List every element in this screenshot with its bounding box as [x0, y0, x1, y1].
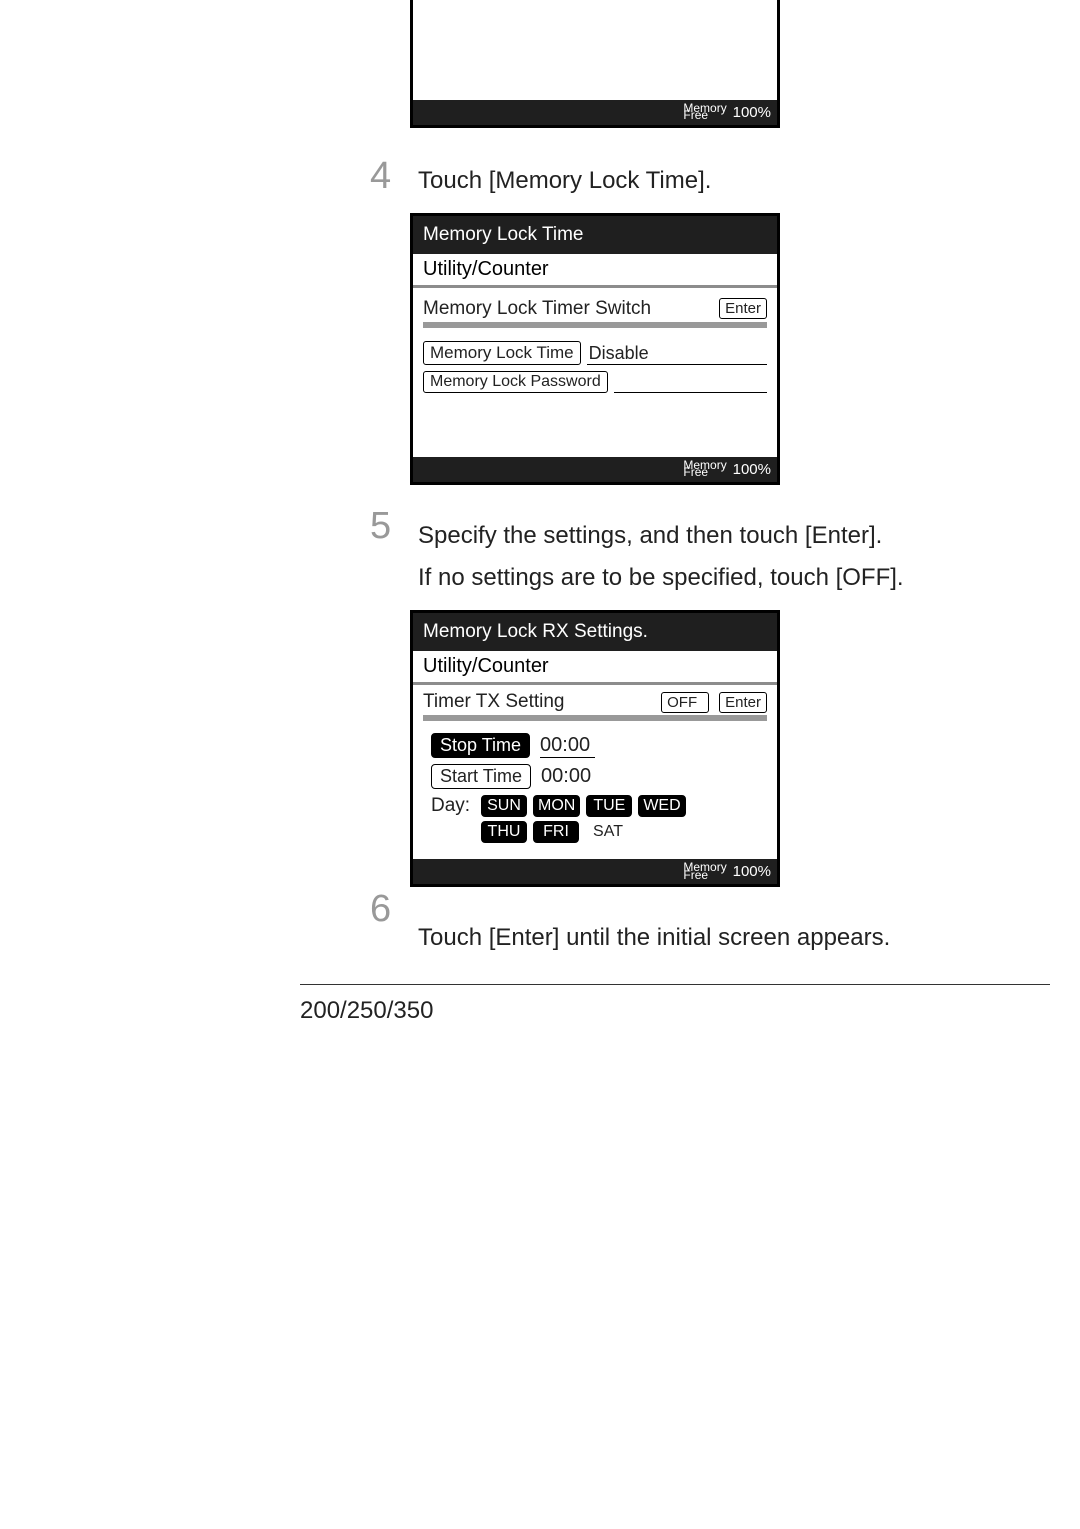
- step-6-number: 6: [370, 888, 391, 931]
- memory-lock-time-value: Disable: [587, 343, 767, 365]
- divider: [300, 984, 1050, 985]
- memory-lock-password-button[interactable]: Memory Lock Password: [423, 371, 608, 393]
- memory-status-bar: Memory Free 100%: [413, 100, 777, 125]
- memory-percent: 100%: [733, 863, 771, 880]
- panel-memory-lock-time: Memory Lock Time Utility/Counter Memory …: [410, 213, 780, 485]
- memory-free-label: Memory Free: [683, 863, 726, 880]
- previous-panel-fragment: Memory Free 100%: [410, 0, 780, 128]
- day-sun[interactable]: SUN: [481, 795, 527, 817]
- start-time-value[interactable]: 00:00: [541, 765, 596, 788]
- day-row-1: Day: SUN MON TUE WED: [431, 795, 763, 817]
- memory-lock-password-value: [614, 375, 767, 393]
- step-5-line1: Specify the settings, and then touch [En…: [418, 519, 1040, 554]
- off-button[interactable]: OFF: [661, 692, 709, 713]
- start-time-button[interactable]: Start Time: [431, 764, 531, 789]
- step-5-line2: If no settings are to be specified, touc…: [418, 561, 1040, 596]
- stop-time-button[interactable]: Stop Time: [431, 733, 530, 758]
- panel-title: Memory Lock Time: [413, 216, 777, 254]
- memory-status-bar: Memory Free 100%: [413, 859, 777, 884]
- day-mon[interactable]: MON: [533, 795, 580, 817]
- timer-tx-label: Timer TX Setting: [423, 691, 565, 713]
- day-wed[interactable]: WED: [638, 795, 685, 817]
- stop-time-row: Stop Time 00:00: [431, 733, 763, 758]
- model-numbers: 200/250/350: [300, 997, 1080, 1025]
- memory-free-label: Memory Free: [683, 104, 726, 121]
- day-row-2: THU FRI SAT: [481, 821, 763, 843]
- memory-status-bar: Memory Free 100%: [413, 457, 777, 482]
- panel-title: Memory Lock RX Settings.: [413, 613, 777, 651]
- start-time-row: Start Time 00:00: [431, 764, 763, 789]
- breadcrumb: Utility/Counter: [413, 651, 777, 685]
- timer-switch-label: Memory Lock Timer Switch: [423, 298, 651, 320]
- step-4-number: 4: [370, 155, 391, 198]
- day-sat[interactable]: SAT: [585, 822, 631, 842]
- timer-switch-row: Memory Lock Timer Switch Enter: [423, 296, 767, 325]
- lock-time-area: Memory Lock Time Disable Memory Lock Pas…: [423, 328, 767, 449]
- day-fri[interactable]: FRI: [533, 821, 579, 843]
- step-6-text: Touch [Enter] until the initial screen a…: [418, 921, 1040, 956]
- stop-time-value[interactable]: 00:00: [540, 734, 595, 758]
- enter-button[interactable]: Enter: [719, 298, 767, 319]
- day-tue[interactable]: TUE: [586, 795, 632, 817]
- step-4-text: Touch [Memory Lock Time].: [418, 164, 1040, 199]
- panel-memory-lock-rx-settings: Memory Lock RX Settings. Utility/Counter…: [410, 610, 780, 887]
- breadcrumb: Utility/Counter: [413, 254, 777, 288]
- day-label: Day:: [431, 795, 475, 817]
- memory-percent: 100%: [733, 461, 771, 478]
- timer-tx-row: Timer TX Setting OFF Enter: [423, 689, 767, 718]
- day-thu[interactable]: THU: [481, 821, 527, 843]
- step-5-number: 5: [370, 505, 391, 548]
- enter-button[interactable]: Enter: [719, 692, 767, 713]
- memory-percent: 100%: [733, 104, 771, 121]
- memory-lock-time-button[interactable]: Memory Lock Time: [423, 341, 581, 365]
- memory-free-label: Memory Free: [683, 461, 726, 478]
